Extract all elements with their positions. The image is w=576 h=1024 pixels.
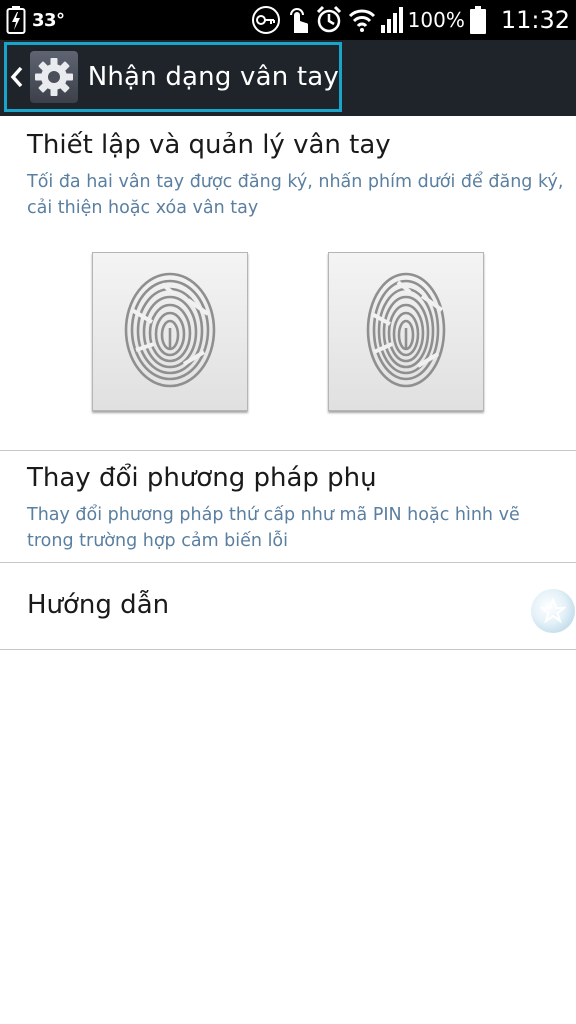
touch-icon [286,5,310,35]
battery-charging-icon [6,6,26,34]
backup-method-subtitle: Thay đổi phương pháp thứ cấp như mã PIN … [27,505,520,551]
divider [0,649,576,650]
settings-gear-icon [30,51,78,103]
wifi-icon [348,7,376,33]
setup-subtitle: Tối đa hai vân tay được đăng ký, nhấn ph… [27,172,564,218]
temperature-text: 33° [32,9,65,31]
up-navigation-button[interactable]: Nhận dạng vân tay [4,42,342,112]
setup-section: Thiết lập và quản lý vân tay Tối đa hai … [0,116,576,451]
fingerprint-slot-1[interactable] [92,252,248,411]
fingerprint-slot-2[interactable] [328,252,484,411]
page-title: Nhận dạng vân tay [87,62,339,92]
fingerprint-icon [122,270,218,394]
action-bar: Nhận dạng vân tay [0,40,576,116]
status-bar: 33° 100% 11:32 [0,0,576,40]
key-icon [251,5,281,35]
clock-text: 11:32 [500,6,570,34]
setup-title: Thiết lập và quản lý vân tay [27,130,391,160]
battery-icon [469,6,486,34]
signal-icon [380,7,403,33]
guide-title: Hướng dẫn [27,590,170,620]
fingerprint-icon [364,270,448,394]
battery-percent-text: 100% [407,8,465,32]
backup-method-title: Thay đổi phương pháp phụ [27,463,377,493]
guide-item[interactable]: Hướng dẫn [0,563,576,649]
star-orb-icon [531,589,575,633]
back-chevron-icon [10,57,28,97]
alarm-icon [315,5,343,35]
backup-method-item[interactable]: Thay đổi phương pháp phụ Thay đổi phương… [0,451,576,562]
